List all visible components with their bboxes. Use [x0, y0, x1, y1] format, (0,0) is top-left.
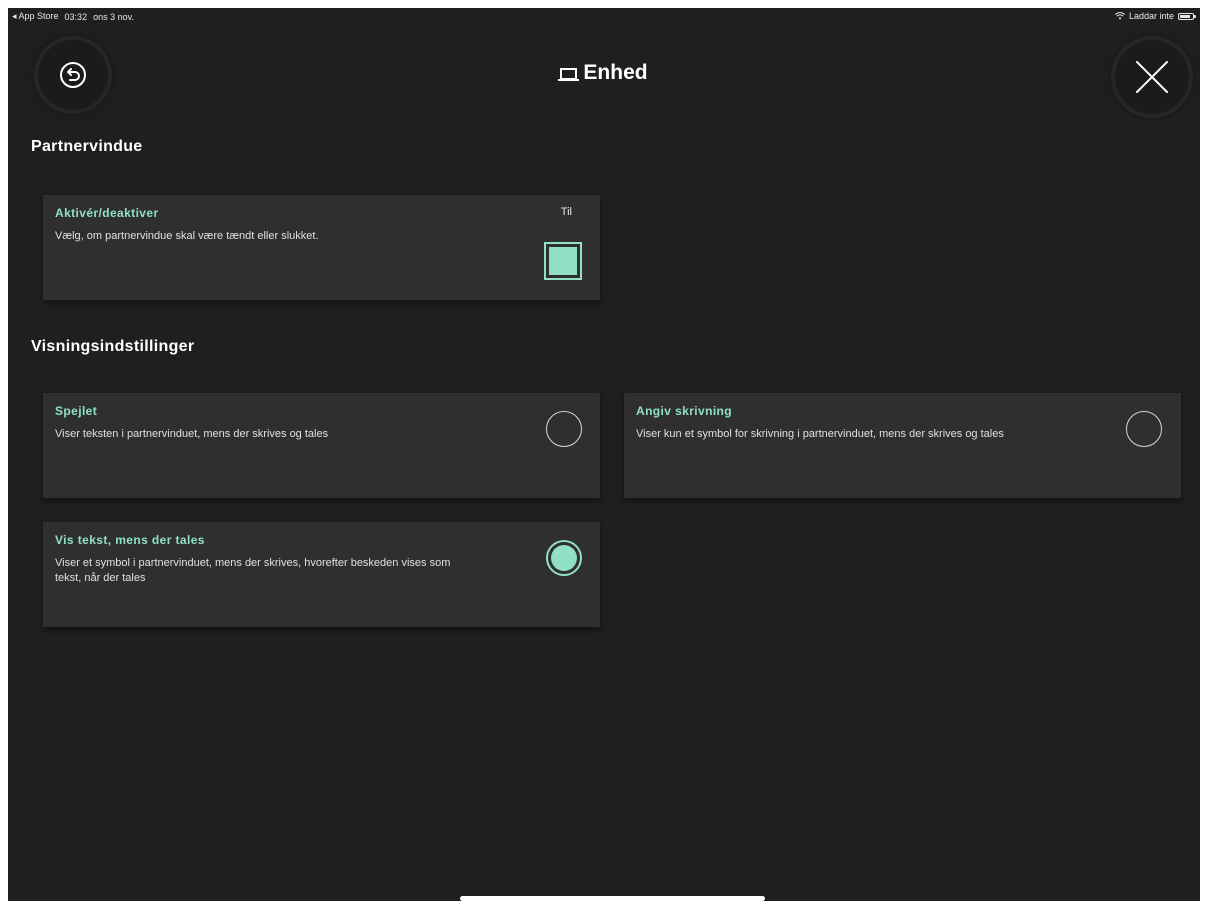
option-card-spejlet[interactable]: Spejlet Viser teksten i partnervinduet, … — [43, 393, 600, 498]
checkbox-fill — [549, 247, 577, 275]
charging-status: Laddar inte — [1128, 11, 1174, 21]
option-card-vis-tekst[interactable]: Vis tekst, mens der tales Viser et symbo… — [43, 522, 600, 627]
close-x-icon — [1136, 61, 1168, 93]
toggle-description: Vælg, om partnervindue skal være tændt e… — [55, 230, 319, 242]
option-title: Angiv skrivning — [636, 404, 733, 418]
status-bar-right: Laddar inte — [1114, 11, 1196, 21]
option-description: Viser teksten i partnervinduet, mens der… — [55, 428, 329, 440]
option-title: Spejlet — [55, 404, 98, 418]
option-title: Vis tekst, mens der tales — [55, 533, 205, 547]
toggle-partner-window-card[interactable]: Aktivér/deaktiver Vælg, om partnervindue… — [43, 195, 600, 300]
page-title: Enhed — [8, 61, 1200, 85]
home-indicator[interactable] — [460, 896, 765, 901]
radio-spejlet[interactable] — [546, 411, 582, 447]
close-button[interactable] — [1115, 40, 1189, 114]
option-description: Viser kun et symbol for skrivning i part… — [636, 428, 1004, 440]
status-time: 03:32 — [64, 11, 88, 22]
section-title-partnervindue: Partnervindue — [31, 138, 143, 155]
toggle-title: Aktivér/deaktiver — [55, 206, 159, 220]
radio-vis-tekst[interactable] — [546, 540, 582, 576]
partner-window-checkbox[interactable] — [544, 242, 582, 280]
section-title-visningsindstillinger: Visningsindstillinger — [31, 338, 195, 355]
status-bar-left: ◂ App Store 03:32 ons 3 nov. — [12, 11, 134, 22]
device-icon — [558, 66, 580, 81]
battery-icon — [1178, 12, 1196, 20]
page-title-text: Enhed — [583, 61, 648, 84]
back-to-app-store-link[interactable]: ◂ App Store — [12, 11, 59, 22]
wifi-icon — [1114, 12, 1125, 20]
option-description: Viser et symbol i partnervinduet, mens d… — [55, 557, 451, 584]
option-card-angiv-skrivning[interactable]: Angiv skrivning Viser kun et symbol for … — [624, 393, 1181, 498]
toggle-status: Til — [560, 206, 572, 218]
radio-selected-dot — [551, 545, 577, 571]
device-screen: ◂ App Store 03:32 ons 3 nov. Laddar inte… — [8, 8, 1200, 901]
status-date: ons 3 nov. — [93, 11, 134, 22]
radio-angiv-skrivning[interactable] — [1126, 411, 1162, 447]
